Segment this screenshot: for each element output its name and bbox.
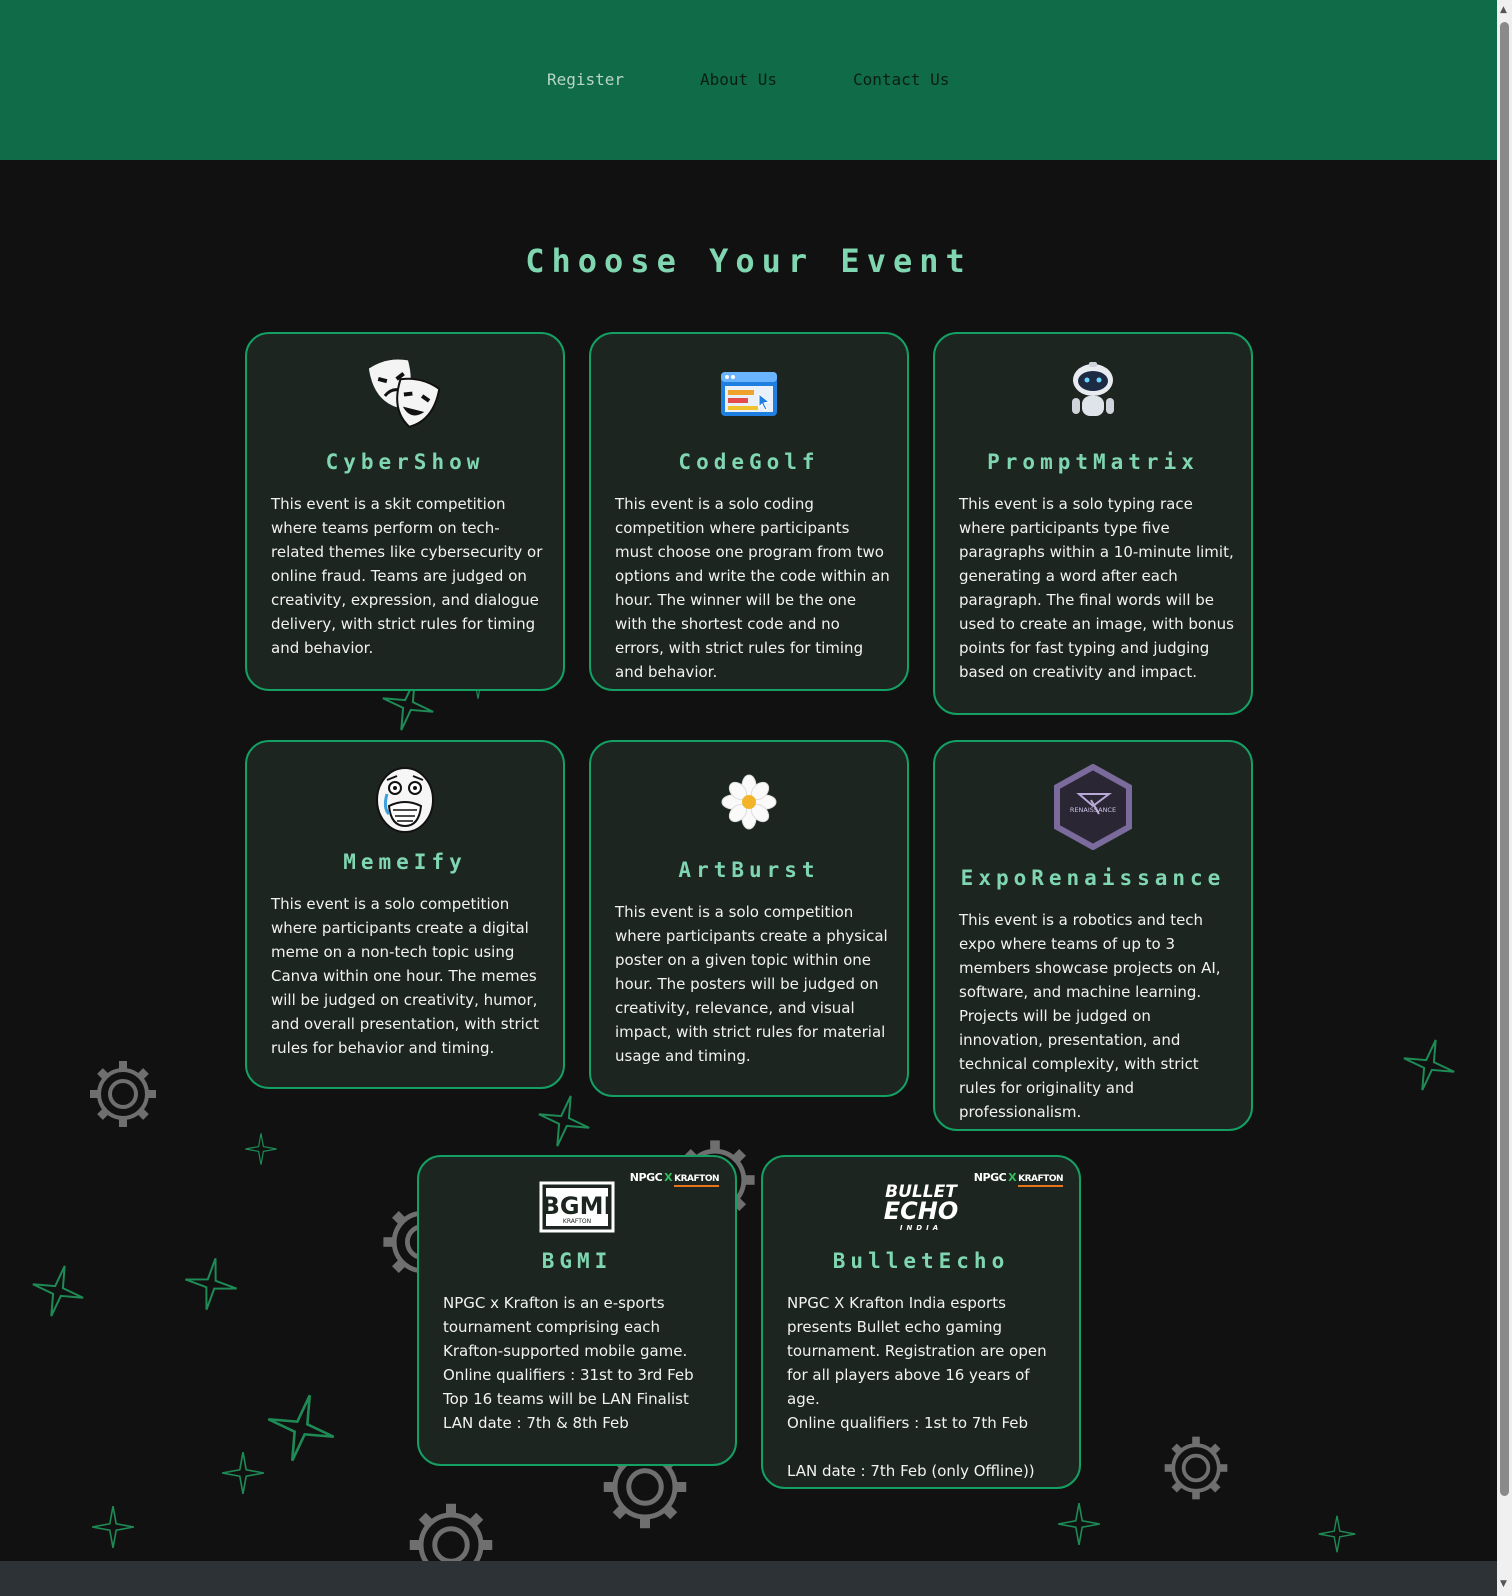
gear-icon bbox=[410, 1504, 493, 1561]
event-description-line bbox=[787, 1435, 1062, 1459]
renaissance-logo-icon: RENAISSANCE bbox=[1054, 764, 1132, 850]
event-description: This event is a robotics and tech expo w… bbox=[959, 911, 1221, 1121]
nav-contact-us[interactable]: Contact Us bbox=[853, 70, 949, 89]
top-nav: Register About Us Contact Us bbox=[0, 70, 1497, 94]
sponsor-logo: NPGC X KRAFTON bbox=[630, 1171, 719, 1187]
event-description: This event is a solo coding competition … bbox=[615, 495, 890, 681]
footer-strip bbox=[0, 1561, 1497, 1596]
scrollbar-thumb[interactable] bbox=[1500, 22, 1509, 1496]
event-description: This event is a solo typing race where p… bbox=[959, 495, 1234, 681]
sparkle-icon bbox=[531, 1088, 597, 1154]
event-description: NPGC x Krafton is an e-sports tournament… bbox=[443, 1291, 718, 1435]
gear-icon bbox=[1165, 1437, 1228, 1500]
browser-window-icon bbox=[721, 372, 777, 416]
sparkle-icon bbox=[244, 1132, 278, 1166]
sparkle-icon bbox=[179, 1252, 243, 1316]
vertical-scrollbar[interactable]: ▲ ▼ bbox=[1497, 0, 1512, 1596]
event-card-memeify[interactable]: MemeIfy This event is a solo competition… bbox=[245, 740, 565, 1089]
event-description-line: Online qualifiers : 1st to 7th Feb bbox=[787, 1414, 1029, 1432]
event-description-line: LAN date : 7th & 8th Feb bbox=[443, 1414, 629, 1432]
sparkle-icon bbox=[25, 1258, 91, 1324]
event-card-exporenaissance[interactable]: RENAISSANCE ExpoRenaissance This event i… bbox=[933, 740, 1253, 1131]
event-title: BulletEcho bbox=[832, 1249, 1010, 1273]
svg-text:RENAISSANCE: RENAISSANCE bbox=[1070, 806, 1116, 814]
daisy-flower-icon bbox=[721, 774, 777, 830]
event-title: PromptMatrix bbox=[987, 450, 1199, 474]
event-title: BGMI bbox=[541, 1249, 613, 1273]
event-description: This event is a solo competition where p… bbox=[615, 903, 888, 1065]
bullet-echo-logo-icon: BULLET ECHO INDIA bbox=[884, 1182, 959, 1232]
event-card-codegolf[interactable]: CodeGolf This event is a solo coding com… bbox=[589, 332, 909, 691]
svg-text:KRAFTON: KRAFTON bbox=[563, 1218, 591, 1225]
event-title: ExpoRenaissance bbox=[960, 866, 1226, 890]
theater-masks-icon bbox=[368, 359, 441, 428]
event-description-line: NPGC x Krafton is an e-sports tournament… bbox=[443, 1294, 688, 1360]
nav-register[interactable]: Register bbox=[547, 70, 624, 89]
nav-about-us[interactable]: About Us bbox=[700, 70, 777, 89]
event-description-line: LAN date : 7th Feb (only Offline)) bbox=[787, 1462, 1035, 1480]
event-card-bulletecho[interactable]: NPGC X KRAFTON BULLET ECHO INDIA BulletEch… bbox=[761, 1155, 1081, 1489]
event-card-bgmi[interactable]: NPGC X KRAFTON BGMI KRAFTON BGMI NPGC x Kr… bbox=[417, 1155, 737, 1466]
scroll-down-arrow-icon[interactable]: ▼ bbox=[1500, 1580, 1507, 1589]
event-title: CyberShow bbox=[325, 450, 485, 474]
event-description: This event is a solo competition where p… bbox=[271, 895, 539, 1057]
rage-face-icon bbox=[376, 767, 434, 833]
gear-icon bbox=[90, 1061, 156, 1127]
page-title: Choose Your Event bbox=[525, 242, 972, 280]
sponsor-logo: NPGC X KRAFTON bbox=[974, 1171, 1063, 1187]
scroll-up-arrow-icon[interactable]: ▲ bbox=[1500, 6, 1507, 15]
svg-text:ECHO: ECHO bbox=[884, 1197, 959, 1225]
svg-text:INDIA: INDIA bbox=[900, 1224, 942, 1232]
sparkle-icon bbox=[258, 1385, 344, 1471]
event-description-line: Top 16 teams will be LAN Finalist bbox=[443, 1390, 689, 1408]
event-description-line: NPGC X Krafton India esports presents Bu… bbox=[787, 1294, 1052, 1408]
sparkle-icon bbox=[221, 1451, 265, 1495]
event-card-cybershow[interactable]: CyberShow This event is a skit competiti… bbox=[245, 332, 565, 691]
event-title: CodeGolf bbox=[678, 450, 820, 474]
event-title: ArtBurst bbox=[678, 858, 820, 882]
site-header: Register About Us Contact Us bbox=[0, 0, 1497, 160]
robot-icon bbox=[1072, 362, 1114, 416]
sparkle-icon bbox=[1318, 1515, 1356, 1553]
svg-text:BGMI: BGMI bbox=[542, 1192, 613, 1220]
sparkle-icon bbox=[1396, 1032, 1462, 1098]
bgmi-logo-icon: BGMI KRAFTON bbox=[539, 1181, 615, 1233]
event-description: NPGC X Krafton India esports presents Bu… bbox=[787, 1291, 1062, 1483]
sparkle-icon bbox=[91, 1505, 135, 1549]
event-card-artburst[interactable]: ArtBurst This event is a solo competitio… bbox=[589, 740, 909, 1097]
event-description: This event is a skit competition where t… bbox=[271, 495, 543, 657]
sparkle-icon bbox=[1057, 1502, 1101, 1546]
event-title: MemeIfy bbox=[343, 850, 467, 874]
event-description-line: Online qualifiers : 31st to 3rd Feb bbox=[443, 1366, 694, 1384]
event-card-promptmatrix[interactable]: PromptMatrix This event is a solo typing… bbox=[933, 332, 1253, 715]
